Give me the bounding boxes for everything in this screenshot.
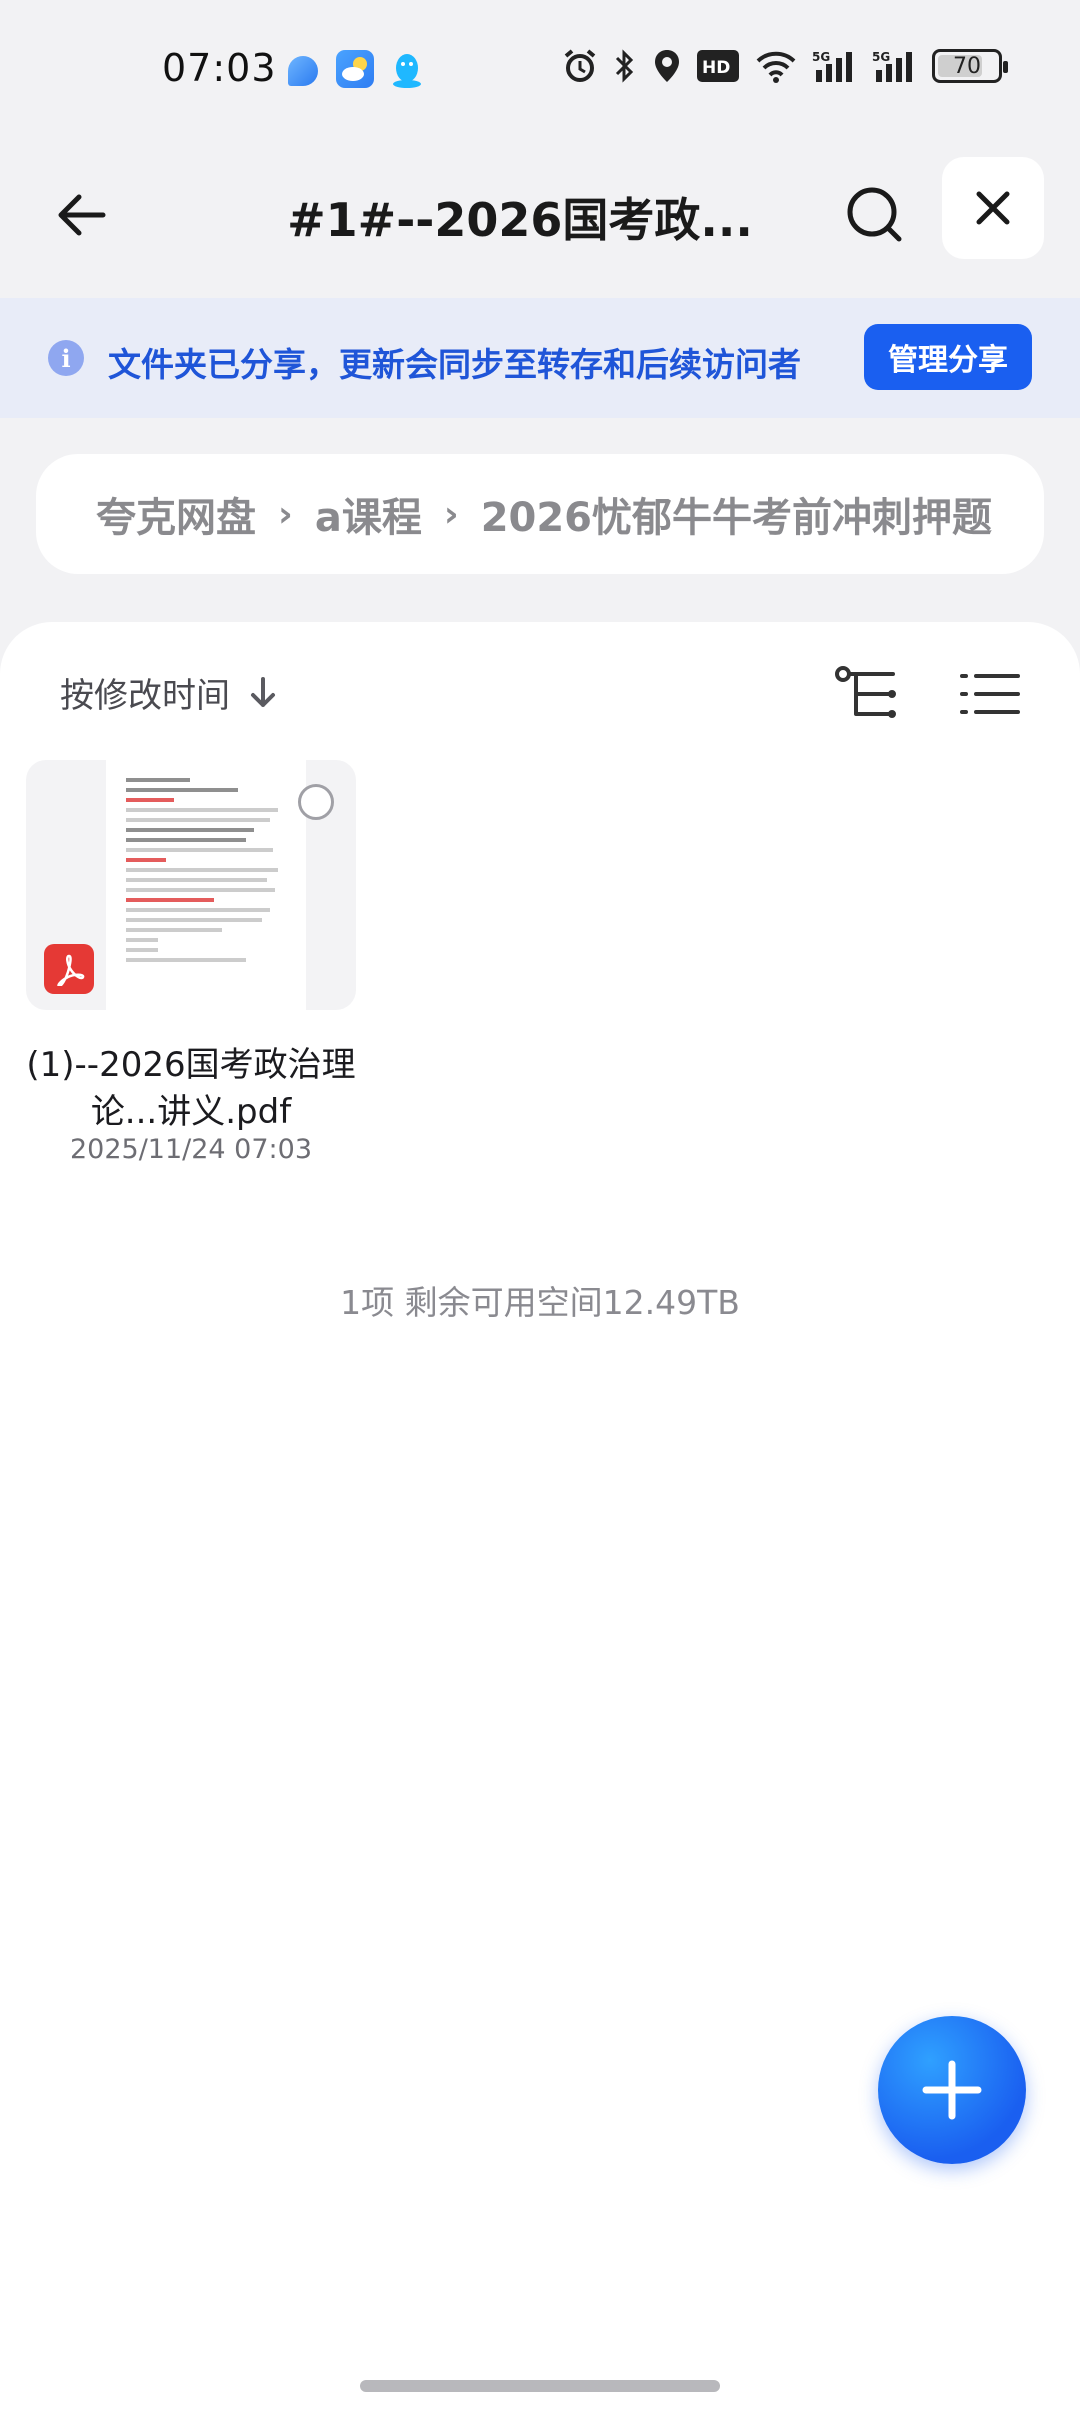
add-button[interactable] <box>878 2016 1026 2164</box>
breadcrumb: 夸克网盘 › a课程 › 2026忧郁牛牛考前冲刺押题 <box>36 454 1044 574</box>
qq-icon <box>388 50 426 88</box>
select-checkbox[interactable] <box>298 784 334 820</box>
status-bar: 07:03 HD 5G 5G 70 <box>0 0 1080 140</box>
sort-label: 按修改时间 <box>60 676 230 716</box>
location-icon <box>655 50 679 82</box>
back-button[interactable] <box>38 172 124 258</box>
tree-view-icon <box>835 666 896 718</box>
close-button[interactable] <box>942 157 1044 259</box>
breadcrumb-item-course[interactable]: a课程 <box>315 485 422 543</box>
file-date: 2025/11/24 07:03 <box>69 1134 312 1165</box>
manage-share-button[interactable]: 管理分享 <box>864 324 1032 390</box>
list-view-icon <box>960 674 1020 714</box>
hd-icon: HD <box>697 50 739 82</box>
sort-button[interactable]: 按修改时间 <box>60 668 278 717</box>
svg-text:5G: 5G <box>872 50 890 64</box>
info-icon: i <box>48 340 84 376</box>
page-title: #1#--2026国考政... <box>287 193 753 247</box>
chevron-right-icon: › <box>443 493 459 535</box>
status-time: 07:03 <box>162 46 277 90</box>
list-view-button[interactable] <box>956 664 1022 724</box>
back-arrow-icon <box>58 194 106 236</box>
bluetooth-icon <box>615 49 634 83</box>
breadcrumb-item-current[interactable]: 2026忧郁牛牛考前冲刺押题 <box>481 485 992 543</box>
breadcrumb-item-root[interactable]: 夸克网盘 <box>96 485 256 543</box>
search-icon <box>847 187 902 242</box>
file-name[interactable]: (1)--2026国考政治理论...讲义.pdf <box>26 1042 356 1136</box>
svg-text:5G: 5G <box>812 50 830 64</box>
plus-icon <box>922 2060 982 2120</box>
svg-text:HD: HD <box>702 58 730 78</box>
app-notification-icon <box>288 56 318 86</box>
chevron-right-icon: › <box>278 493 293 535</box>
home-indicator[interactable] <box>360 2380 720 2392</box>
app-header: #1#--2026国考政... <box>0 140 1080 290</box>
file-list-panel: 按修改时间 (1)--2026国考政治理论...讲义.pdf 2025/11/2… <box>0 622 1080 2412</box>
battery-indicator: 70 <box>932 49 1008 83</box>
close-icon <box>976 191 1010 225</box>
storage-summary: 1项 剩余可用空间12.49TB <box>340 1283 740 1322</box>
arrow-down-icon <box>251 676 275 707</box>
pdf-file-icon <box>44 944 94 994</box>
share-banner-text: 文件夹已分享，更新会同步至转存和后续访问者 <box>108 345 801 384</box>
signal-5g-icon-2: 5G <box>872 50 912 82</box>
tree-view-button[interactable] <box>834 664 900 724</box>
share-banner: i 文件夹已分享，更新会同步至转存和后续访问者 管理分享 <box>0 298 1080 418</box>
alarm-icon <box>564 49 596 82</box>
file-thumbnail[interactable] <box>26 760 356 1010</box>
wifi-icon <box>756 51 796 83</box>
signal-5g-icon: 5G <box>812 50 852 82</box>
search-button[interactable] <box>832 172 918 258</box>
pdf-preview-page <box>106 760 306 1010</box>
weather-icon <box>336 50 374 88</box>
